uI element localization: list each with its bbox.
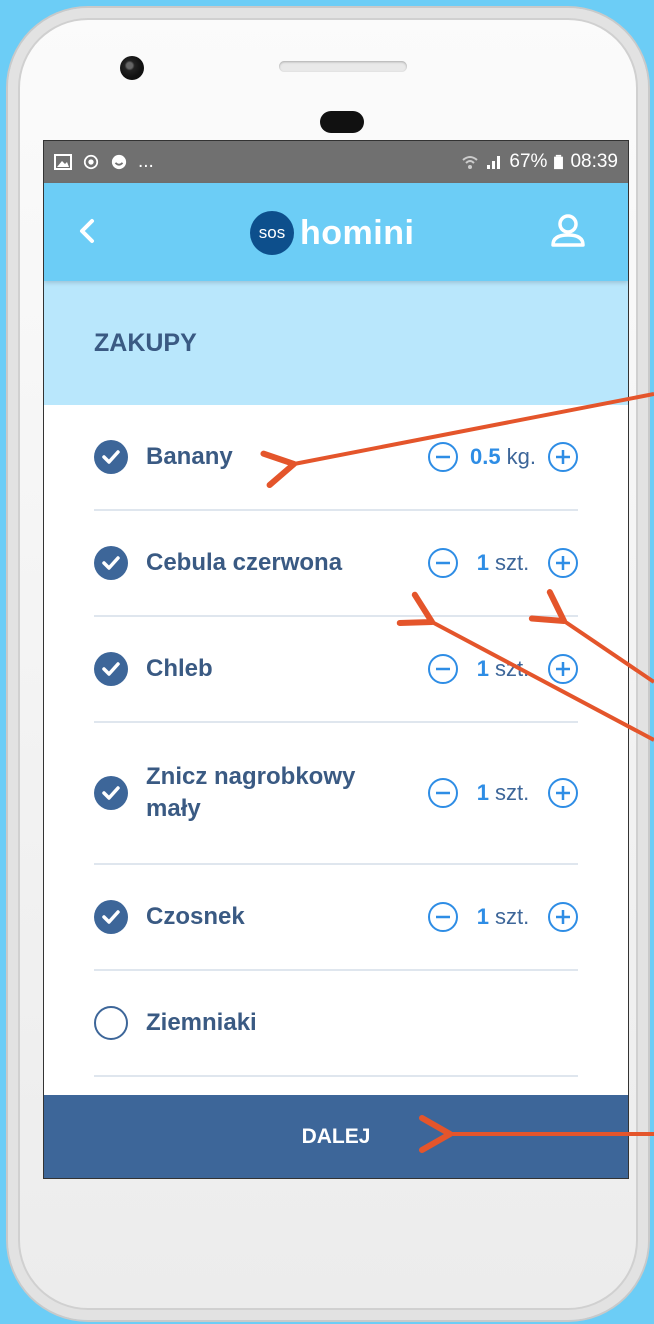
battery-percent: 67%: [509, 151, 548, 172]
quantity-stepper: 1 szt.: [428, 548, 578, 578]
image-icon: [54, 154, 72, 170]
plus-icon[interactable]: [548, 778, 578, 808]
proximity-sensor: [320, 111, 364, 133]
plus-icon[interactable]: [548, 548, 578, 578]
quantity-stepper: 1 szt.: [428, 778, 578, 808]
minus-icon[interactable]: [428, 902, 458, 932]
item-name: Cebula czerwona: [146, 549, 343, 576]
section-header: ZAKUPY: [44, 281, 628, 405]
item-name: Chleb: [146, 655, 213, 682]
quantity-stepper: 1 szt.: [428, 902, 578, 932]
unchecked-icon[interactable]: [94, 1006, 128, 1040]
front-camera: [120, 56, 144, 80]
face-icon: [111, 154, 127, 170]
quantity-value: 1 szt.: [476, 550, 530, 575]
minus-icon[interactable]: [428, 654, 458, 684]
battery-icon: [554, 154, 564, 170]
checked-icon[interactable]: [94, 546, 128, 580]
list-item: Znicz nagrobkowy mały 1 szt.: [94, 723, 578, 865]
user-profile-icon[interactable]: [548, 211, 588, 251]
quantity-value: 1 szt.: [476, 780, 530, 805]
earpiece-speaker: [279, 61, 407, 72]
status-bar: ... 67% 08:39: [44, 141, 628, 183]
plus-icon[interactable]: [548, 442, 578, 472]
list-item: Chleb 1 szt.: [94, 617, 578, 723]
minus-icon[interactable]: [428, 778, 458, 808]
checked-icon[interactable]: [94, 440, 128, 474]
item-name: Znicz nagrobkowy mały: [146, 763, 356, 822]
quantity-stepper: 1 szt.: [428, 654, 578, 684]
back-chevron-icon[interactable]: [72, 213, 102, 249]
status-more: ...: [138, 151, 154, 172]
list-item: Banany 0.5 kg.: [94, 405, 578, 511]
checked-icon[interactable]: [94, 652, 128, 686]
clock: 08:39: [570, 151, 618, 172]
next-button[interactable]: DALEJ: [44, 1095, 628, 1178]
list-item: Czosnek 1 szt.: [94, 865, 578, 971]
list-item: Cebula czerwona 1 szt.: [94, 511, 578, 617]
minus-icon[interactable]: [428, 442, 458, 472]
checked-icon[interactable]: [94, 776, 128, 810]
shopping-list: Banany 0.5 kg. Cebula czerwona 1 szt. Chle…: [94, 405, 578, 1077]
quantity-value: 0.5 kg.: [470, 444, 536, 469]
wifi-icon: [462, 156, 479, 169]
logo-text: homini: [300, 213, 415, 252]
sync-icon: [83, 154, 99, 170]
minus-icon[interactable]: [428, 548, 458, 578]
item-name: Czosnek: [146, 903, 245, 930]
list-item: Ziemniaki: [94, 971, 578, 1077]
signal-icon: [487, 156, 501, 169]
checked-icon[interactable]: [94, 900, 128, 934]
item-name: Banany: [146, 443, 233, 470]
quantity-value: 1 szt.: [476, 656, 530, 681]
app-bar: sos homini: [44, 183, 628, 281]
plus-icon[interactable]: [548, 654, 578, 684]
app-logo: sos homini: [250, 211, 414, 255]
quantity-stepper: 0.5 kg.: [428, 442, 578, 472]
quantity-value: 1 szt.: [476, 904, 530, 929]
logo-badge: sos: [250, 211, 294, 255]
item-name: Ziemniaki: [146, 1009, 257, 1036]
plus-icon[interactable]: [548, 902, 578, 932]
app-screen: ... 67% 08:39 sos homini ZAKUPY Banany 0…: [43, 140, 629, 1179]
section-title: ZAKUPY: [94, 328, 197, 357]
